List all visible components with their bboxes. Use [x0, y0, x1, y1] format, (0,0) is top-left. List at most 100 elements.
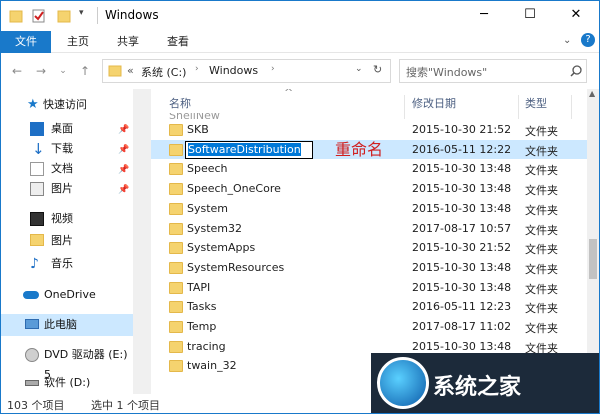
pin-icon[interactable]: 📌 — [118, 140, 129, 160]
tab-file[interactable]: 文件 — [1, 31, 51, 53]
table-row[interactable]: SKB 2015-10-30 21:52 文件夹 — [151, 120, 587, 140]
nav-item-dvd[interactable]: DVD 驱动器 (E:) 5 — [1, 345, 133, 381]
nav-item-onedrive[interactable]: OneDrive — [1, 285, 133, 305]
explorer-window: ▾ Windows ─ ☐ ✕ 文件 主页 共享 查看 ⌄ ? ← → ⌄ ↑ … — [0, 0, 600, 414]
nav-item-drive-d[interactable]: 软件 (D:) — [1, 373, 133, 393]
help-icon[interactable]: ? — [581, 33, 595, 47]
pin-icon[interactable]: 📌 — [118, 180, 129, 200]
expand-ribbon-icon[interactable]: ⌄ — [563, 35, 571, 46]
refresh-icon[interactable]: ↻ — [373, 63, 382, 76]
title-bar: ▾ Windows ─ ☐ ✕ — [1, 1, 599, 31]
pin-icon[interactable]: 📌 — [118, 120, 129, 140]
rename-input[interactable]: SoftwareDistribution — [185, 140, 313, 159]
nav-item-desktop[interactable]: 桌面 📌 — [1, 119, 133, 139]
music-icon: ♪ — [30, 256, 39, 272]
scroll-thumb[interactable] — [589, 239, 597, 279]
file-type: 文件夹 — [525, 322, 558, 335]
nav-label: 软件 (D:) — [44, 376, 91, 389]
nav-item-music[interactable]: ♪ 音乐 — [1, 254, 133, 274]
table-row[interactable]: System 2015-10-30 13:48 文件夹 — [151, 199, 587, 219]
computer-icon — [25, 319, 39, 329]
file-name: Speech — [187, 162, 228, 176]
nav-label: 音乐 — [51, 257, 73, 270]
nav-item-this-pc[interactable]: 此电脑 — [1, 314, 133, 336]
tab-view[interactable]: 查看 — [157, 31, 199, 53]
folder-icon[interactable] — [9, 8, 23, 24]
navigation-pane: ★ 快速访问 桌面 📌 ↓ 下载 📌 文档 📌 图片 📌 视频 图片 ♪ 音乐 … — [1, 89, 133, 394]
tab-share[interactable]: 共享 — [107, 31, 149, 53]
breadcrumb-windows[interactable]: Windows — [209, 64, 258, 77]
rename-annotation: 重命名 — [335, 139, 384, 159]
table-row[interactable]: SystemApps 2015-10-30 21:52 文件夹 — [151, 238, 587, 258]
nav-label: 快速访问 — [43, 98, 87, 111]
address-bar[interactable]: « 系统 (C:) › Windows › ⌄ ↻ — [102, 59, 391, 83]
folder-icon — [169, 340, 183, 353]
file-type: 文件夹 — [525, 302, 558, 316]
file-date: 2017-08-17 11:02 — [412, 320, 512, 333]
file-date: 2015-10-30 13:48 — [412, 260, 512, 274]
table-row[interactable]: SystemResources 2015-10-30 13:48 文件夹 — [151, 258, 587, 278]
ribbon-tabs: 文件 主页 共享 查看 ⌄ ? — [1, 31, 599, 53]
nav-item-pictures[interactable]: 图片 📌 — [1, 179, 133, 199]
table-row[interactable]: Speech 2015-10-30 13:48 文件夹 — [151, 159, 587, 179]
folder-icon — [169, 163, 183, 176]
nav-item-folder[interactable]: 图片 — [1, 231, 133, 251]
recent-locations-icon[interactable]: ⌄ — [55, 63, 71, 79]
file-name: Speech_OneCore — [187, 182, 281, 196]
table-row[interactable]: TAPI 2015-10-30 13:48 文件夹 — [151, 278, 587, 298]
item-count: 103 个项目 — [7, 399, 65, 412]
file-type: 文件夹 — [525, 282, 558, 296]
column-name[interactable]: 名称 — [169, 95, 191, 111]
desktop-icon — [30, 122, 44, 136]
quick-access-dropdown-icon[interactable]: ▾ — [79, 8, 84, 24]
column-divider[interactable] — [518, 95, 519, 119]
table-row[interactable]: Speech_OneCore 2015-10-30 13:48 文件夹 — [151, 179, 587, 199]
table-row[interactable]: SoftwareDistribution 重命名 2016-05-11 12:22 文… — [151, 139, 587, 160]
chevron-right-icon[interactable]: › — [271, 64, 275, 74]
minimize-button[interactable]: ─ — [461, 1, 507, 31]
column-divider[interactable] — [571, 95, 572, 119]
close-button[interactable]: ✕ — [553, 1, 599, 31]
forward-icon[interactable]: → — [33, 63, 49, 79]
file-name: SystemApps — [187, 241, 256, 255]
nav-label: 文档 — [51, 162, 73, 175]
search-icon[interactable] — [570, 65, 582, 77]
table-row[interactable]: Temp 2017-08-17 11:02 文件夹 — [151, 317, 587, 337]
new-folder-icon[interactable] — [57, 8, 71, 24]
nav-quick-access[interactable]: ★ 快速访问 — [1, 95, 133, 115]
nav-item-documents[interactable]: 文档 📌 — [1, 159, 133, 179]
column-date[interactable]: 修改日期 — [412, 95, 456, 111]
pin-icon[interactable]: 📌 — [118, 160, 129, 180]
tab-home[interactable]: 主页 — [57, 31, 99, 53]
properties-icon[interactable] — [31, 8, 47, 24]
search-input[interactable]: 搜索"Windows" — [399, 59, 587, 83]
nav-item-downloads[interactable]: ↓ 下载 📌 — [1, 139, 133, 159]
column-type[interactable]: 类型 — [525, 95, 547, 111]
table-row[interactable]: System32 2017-08-17 10:57 文件夹 — [151, 219, 587, 239]
document-icon — [30, 162, 44, 176]
nav-label: 桌面 — [51, 122, 73, 135]
scroll-up-icon[interactable]: ▲ — [589, 89, 595, 98]
picture-icon — [30, 182, 44, 196]
column-divider[interactable] — [404, 95, 405, 119]
back-icon[interactable]: ← — [9, 63, 25, 79]
nav-item-videos[interactable]: 视频 — [1, 209, 133, 229]
chevron-right-icon[interactable]: › — [195, 64, 199, 74]
nav-label: 视频 — [51, 212, 73, 225]
breadcrumb-drive[interactable]: 系统 (C:) — [141, 64, 186, 80]
sort-up-icon: ^ — [284, 89, 294, 99]
chevron-down-icon[interactable]: ⌄ — [355, 64, 363, 74]
folder-icon — [169, 124, 183, 136]
nav-scrollbar[interactable] — [133, 89, 151, 394]
up-icon[interactable]: ↑ — [77, 63, 93, 79]
file-name: System — [187, 201, 229, 215]
maximize-button[interactable]: ☐ — [507, 1, 553, 31]
file-name: Tasks — [187, 300, 217, 314]
file-name: SystemResources — [187, 260, 285, 274]
table-row[interactable]: Tasks 2016-05-11 12:23 文件夹 — [151, 297, 587, 317]
overflow-crumbs[interactable]: « — [127, 64, 134, 77]
content-scrollbar[interactable]: ▲ ▼ — [587, 89, 599, 394]
file-name: Temp — [187, 320, 217, 333]
nav-label: 此电脑 — [44, 318, 77, 331]
folder-icon — [169, 301, 183, 314]
